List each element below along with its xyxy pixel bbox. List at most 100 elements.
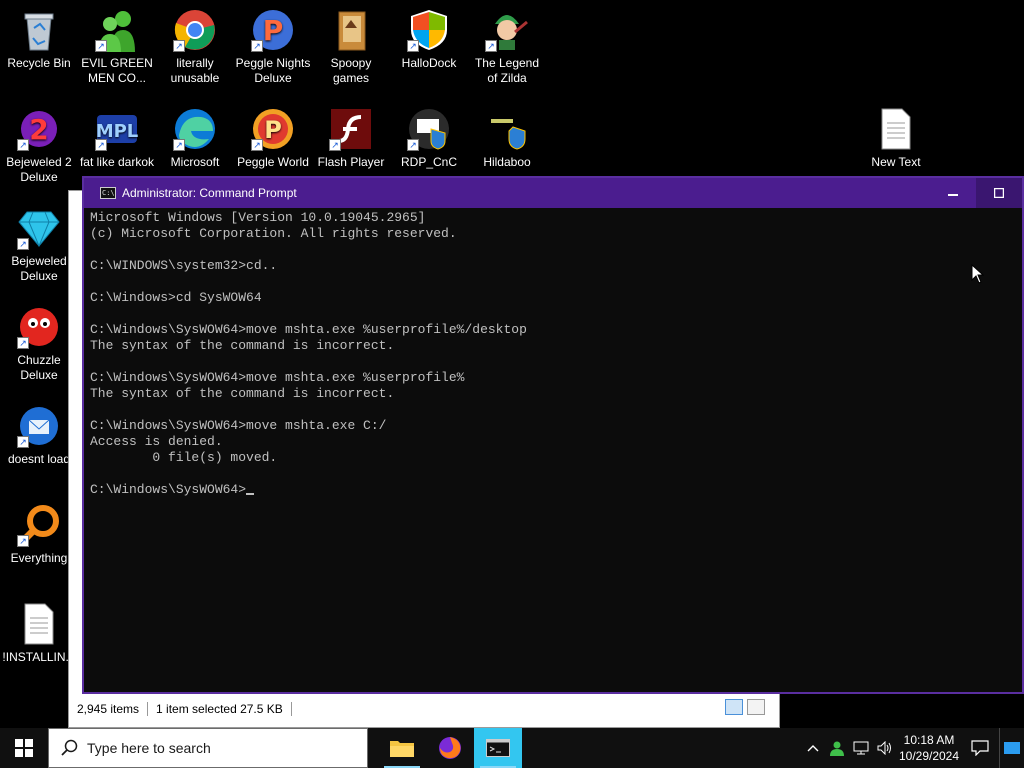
shortcut-arrow-icon: ↗: [251, 139, 263, 151]
shortcut-arrow-icon: ↗: [251, 40, 263, 52]
details-view-button[interactable]: [725, 699, 743, 715]
desktop-icon-recycle-bin[interactable]: Recycle Bin: [1, 8, 77, 71]
desktop-icon-doesnt-load[interactable]: ↗ doesnt load: [1, 404, 77, 467]
shortcut-arrow-icon: ↗: [407, 139, 419, 151]
minimize-button[interactable]: [930, 178, 976, 208]
console-line: C:\Windows>cd SysWOW64: [90, 290, 262, 305]
console-line: C:\Windows\SysWOW64>move mshta.exe %user…: [90, 370, 465, 385]
text-document-icon: [17, 602, 61, 646]
taskbar-clock[interactable]: 10:18 AM 10/29/2024: [897, 732, 961, 764]
minimize-icon: [948, 194, 958, 196]
show-desktop-button[interactable]: [999, 728, 1024, 768]
taskbar-command-prompt[interactable]: [474, 728, 522, 768]
mpl-logo-icon: MPL ↗: [95, 107, 139, 151]
window-title: Administrator: Command Prompt: [122, 186, 297, 200]
maximize-button[interactable]: [976, 178, 1022, 208]
peggle-nights-icon: P ↗: [251, 8, 295, 52]
rdp-icon: ↗: [407, 107, 451, 151]
console-line: C:\Windows\SysWOW64>: [90, 482, 1022, 498]
shortcut-arrow-icon: ↗: [17, 535, 29, 547]
shortcut-arrow-icon: ↗: [173, 40, 185, 52]
console-output[interactable]: Microsoft Windows [Version 10.0.19045.29…: [84, 208, 1022, 498]
desktop-icon-label: Chuzzle Deluxe: [17, 353, 61, 382]
console-line: C:\Windows\SysWOW64>move mshta.exe %user…: [90, 322, 527, 337]
start-button[interactable]: [0, 728, 48, 768]
shortcut-arrow-icon: ↗: [17, 436, 29, 448]
action-center-button[interactable]: [961, 728, 999, 768]
system-tray: 10:18 AM 10/29/2024: [801, 728, 1024, 768]
command-prompt-window[interactable]: C:\ Administrator: Command Prompt Micros…: [82, 176, 1024, 694]
taskbar-file-explorer[interactable]: [378, 728, 426, 768]
desktop-icon-label: fat like darkok: [79, 155, 155, 169]
notification-icon: [971, 740, 989, 756]
diamond-icon: ↗: [17, 206, 61, 250]
desktop-icon-bejeweled-deluxe[interactable]: ↗ Bejeweled Deluxe: [1, 206, 77, 284]
taskbar-firefox[interactable]: [426, 728, 474, 768]
console-line: 0 file(s) moved.: [90, 450, 278, 465]
desktop-icon-installing[interactable]: !INSTALLIN...: [1, 602, 77, 665]
desktop-icon-spoopy-games[interactable]: Spoopy games: [313, 8, 389, 86]
desktop-icon-new-text[interactable]: New Text: [858, 107, 934, 170]
svg-text:P: P: [263, 14, 284, 47]
desktop-icon-chuzzle-deluxe[interactable]: ↗ Chuzzle Deluxe: [1, 305, 77, 383]
console-line: C:\WINDOWS\system32>cd..: [90, 258, 278, 273]
desktop-icon-hallodock[interactable]: ↗ HalloDock: [391, 8, 467, 71]
desktop-icon-everything[interactable]: ↗ Everything: [1, 503, 77, 566]
desktop-icon-flash-player[interactable]: ↗ Flash Player: [313, 107, 389, 170]
recycle-bin-icon: [17, 8, 61, 52]
shortcut-arrow-icon: ↗: [17, 337, 29, 349]
clock-time: 10:18 AM: [903, 733, 955, 747]
desktop-icon-rdp-cnc[interactable]: ↗ RDP_CnC: [391, 107, 467, 170]
mouse-pointer-icon: [971, 264, 985, 284]
taskbar-search-box[interactable]: Type here to search: [48, 728, 368, 768]
desktop-icon-peggle-nights[interactable]: P ↗ Peggle Nights Deluxe: [235, 8, 311, 86]
hildaboo-icon: [485, 107, 529, 151]
cmd-title-bar[interactable]: C:\ Administrator: Command Prompt: [84, 178, 1022, 208]
flash-player-icon: ↗: [329, 107, 373, 151]
show-hidden-icons-button[interactable]: [801, 728, 825, 768]
zilda-character-icon: ↗: [485, 8, 529, 52]
user-icon: [830, 741, 844, 756]
search-placeholder: Type here to search: [87, 740, 211, 756]
desktop-icon-label: !INSTALLIN...: [2, 650, 76, 664]
chevron-up-icon: [807, 745, 819, 752]
desktop-icon-legend-of-zilda[interactable]: ↗ The Legend of Zilda: [469, 8, 545, 86]
desktop-icon-microsoft-edge[interactable]: ↗ Microsoft: [157, 107, 233, 170]
desktop-icon-label: Peggle Nights Deluxe: [235, 56, 311, 85]
desktop-icon-hildaboo[interactable]: Hildaboo: [469, 107, 545, 170]
shortcut-arrow-icon: ↗: [95, 139, 107, 151]
cmd-app-icon: C:\: [100, 187, 116, 199]
network-button[interactable]: [849, 728, 873, 768]
desktop-icon-label: Spoopy games: [330, 56, 372, 85]
volume-button[interactable]: [873, 728, 897, 768]
explorer-status-bar: 2,945 items 1 item selected 27.5 KB: [69, 691, 779, 727]
command-prompt-icon: [486, 739, 510, 757]
shortcut-arrow-icon: ↗: [17, 139, 29, 151]
desktop-icon-label: Peggle World: [237, 155, 309, 169]
firefox-icon: [439, 737, 461, 759]
network-icon: [853, 741, 869, 755]
svg-text:P: P: [264, 116, 282, 144]
tray-user-icon-button[interactable]: [825, 728, 849, 768]
desktop-icon-evil-green-men[interactable]: ↗ EVIL GREEN MEN CO...: [79, 8, 155, 86]
shortcut-arrow-icon: ↗: [485, 40, 497, 52]
desktop-icon-bejeweled-2[interactable]: 2 ↗ Bejeweled 2 Deluxe: [1, 107, 77, 185]
desktop-icon-literally-unusable[interactable]: ↗ literally unusable: [157, 8, 233, 86]
item-count: 2,945 items: [77, 702, 140, 716]
magnifier-icon: ↗: [17, 503, 61, 547]
peggle-world-icon: P ↗: [251, 107, 295, 151]
chrome-icon: ↗: [173, 8, 217, 52]
desktop-icon-label: Bejeweled 2 Deluxe: [6, 155, 72, 184]
large-icons-view-button[interactable]: [747, 699, 765, 715]
desktop-icon-fat-like-darkok[interactable]: MPL ↗ fat like darkok: [79, 107, 155, 170]
desktop-icon-peggle-world[interactable]: P ↗ Peggle World: [235, 107, 311, 170]
desktop-icon-label: Bejeweled Deluxe: [11, 254, 67, 283]
desktop-icon-label: Microsoft: [170, 155, 220, 169]
desktop-icon-label: RDP_CnC: [400, 155, 457, 169]
view-toggle-group: [725, 699, 765, 715]
windows-logo-icon: [15, 739, 33, 757]
shortcut-arrow-icon: ↗: [407, 40, 419, 52]
